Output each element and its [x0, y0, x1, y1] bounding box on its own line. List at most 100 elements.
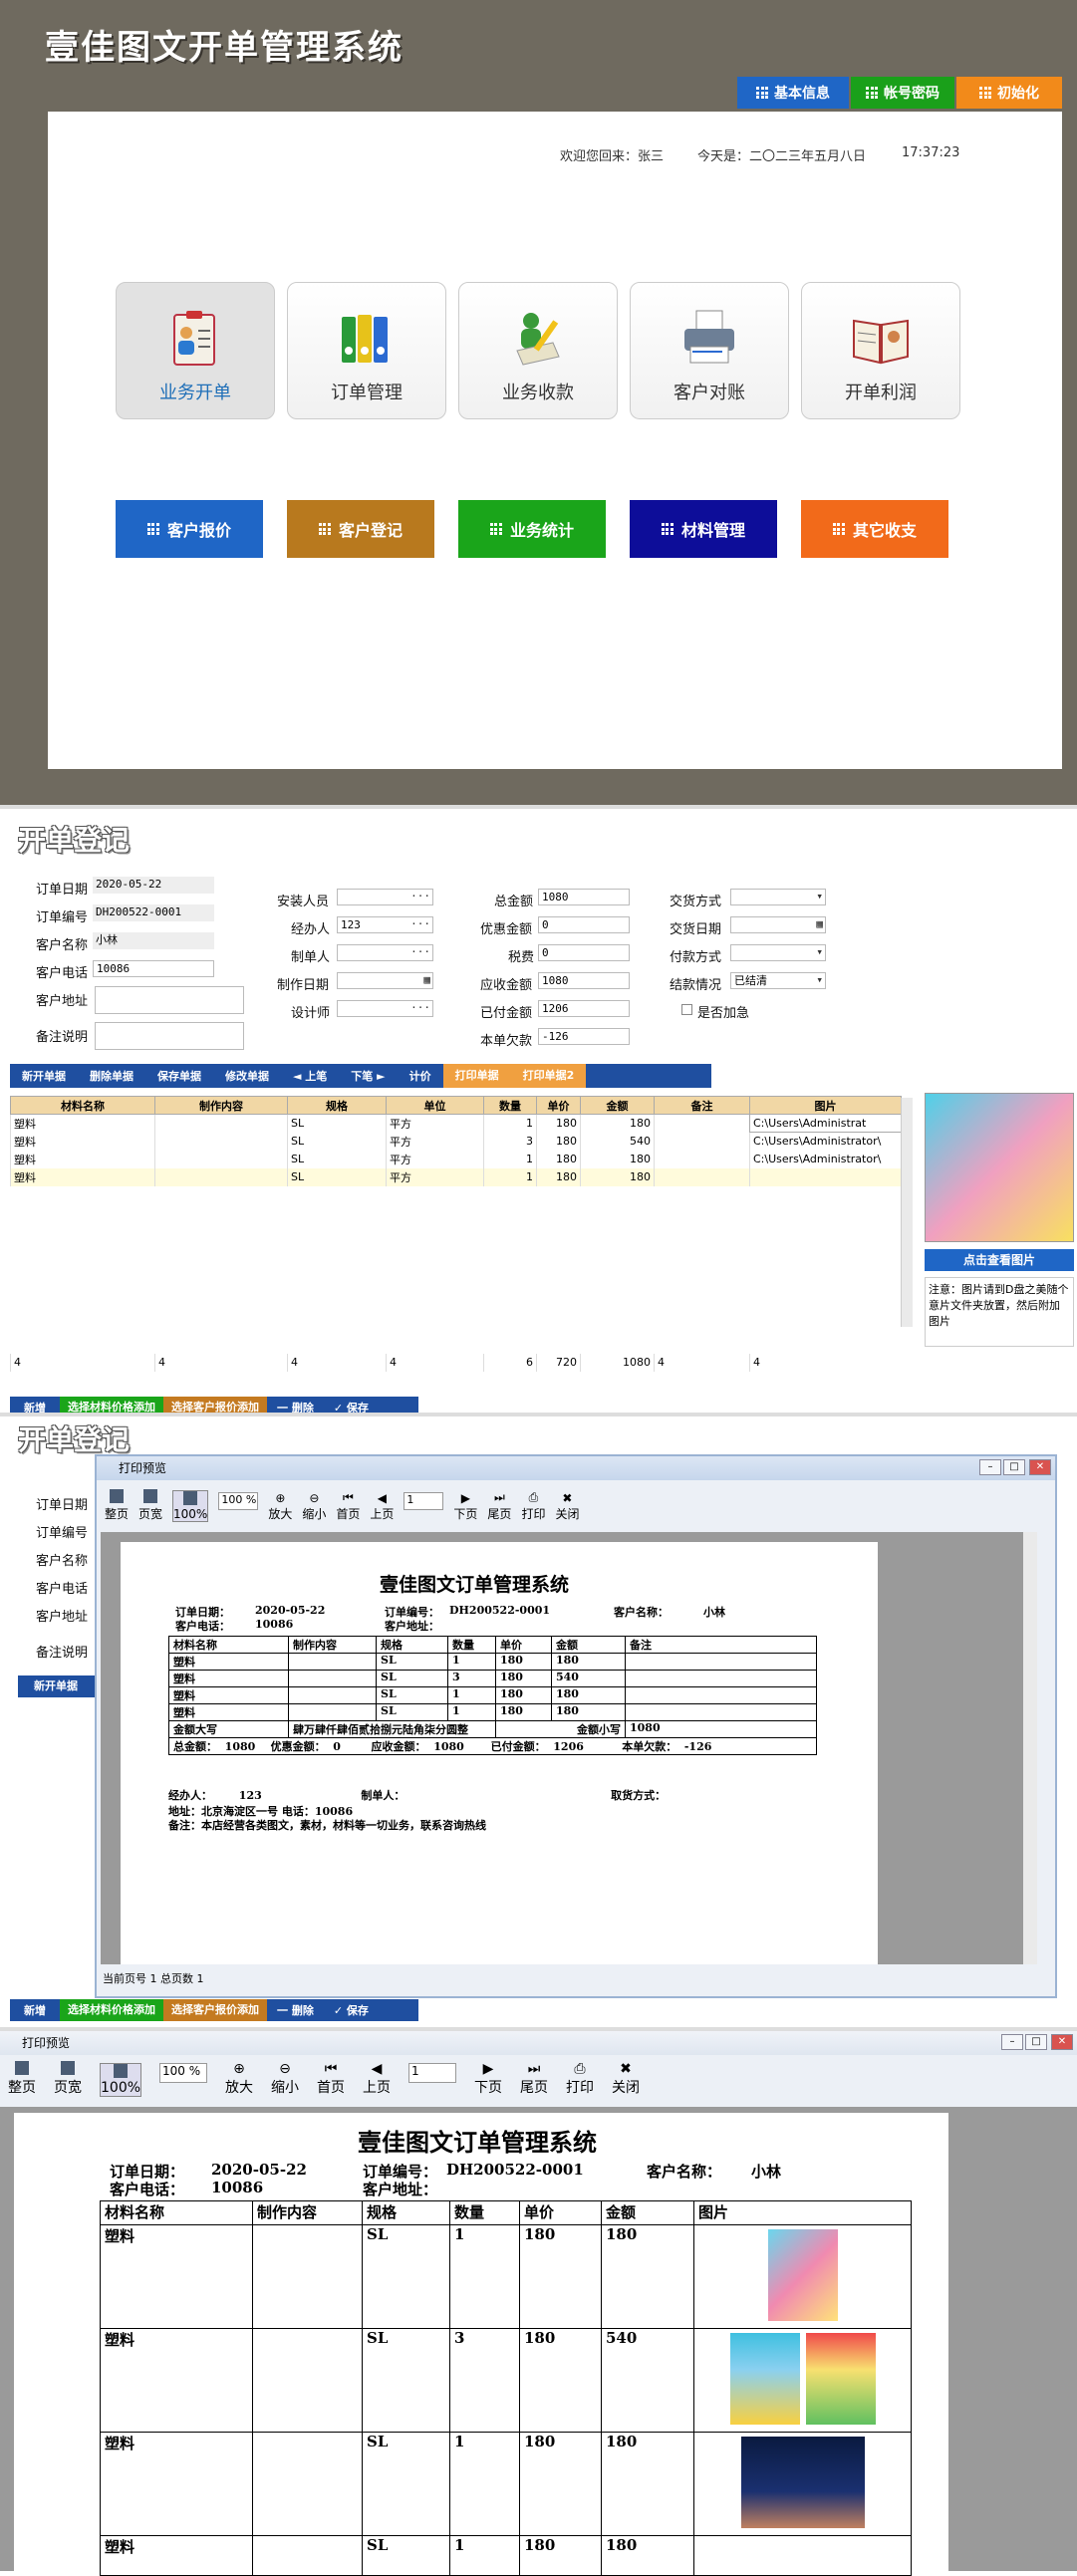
select-material-price-button[interactable]: 选择材料价格添加: [60, 1999, 163, 2021]
page-number-input[interactable]: 1: [404, 1492, 444, 1510]
cell[interactable]: 1: [483, 1114, 537, 1133]
ellipsis-icon[interactable]: ···: [410, 944, 430, 959]
pay-method-select[interactable]: ▾: [730, 944, 826, 961]
cell[interactable]: SL: [287, 1132, 387, 1151]
col-header[interactable]: 制作内容: [154, 1096, 288, 1115]
make-date-field[interactable]: ▦: [337, 972, 433, 989]
select-customer-quote-button[interactable]: 选择客户报价添加: [163, 1999, 267, 2021]
cell[interactable]: SL: [287, 1150, 387, 1168]
cell[interactable]: 塑料: [10, 1167, 155, 1186]
print-order2-button[interactable]: 打印单据2: [510, 1064, 587, 1088]
minimize-icon[interactable]: –: [1001, 2034, 1023, 2050]
cell[interactable]: 180: [580, 1114, 655, 1133]
order-date-field[interactable]: 2020-05-22: [93, 877, 214, 894]
customer-name-field[interactable]: 小林: [93, 932, 214, 949]
last-page-button[interactable]: ⏭ 尾页: [520, 2061, 548, 2097]
order-no-field[interactable]: DH200522-0001: [93, 904, 214, 921]
col-header[interactable]: 单位: [386, 1096, 484, 1115]
calendar-icon[interactable]: ▦: [423, 972, 430, 987]
zoom-out-button[interactable]: ⊖ 缩小: [271, 2061, 299, 2097]
module-payment[interactable]: 业务收款: [458, 282, 618, 419]
col-header[interactable]: 备注: [654, 1096, 750, 1115]
cell[interactable]: 塑料: [10, 1132, 155, 1151]
cell[interactable]: 平方: [386, 1167, 484, 1186]
cell[interactable]: C:\Users\Administrator\: [749, 1150, 902, 1168]
paid-field[interactable]: 1206: [538, 1000, 630, 1017]
customer-address-field[interactable]: [95, 986, 244, 1014]
dropdown-arrow-icon[interactable]: ▾: [816, 889, 823, 903]
owed-field[interactable]: -126: [538, 1028, 630, 1045]
cell[interactable]: [654, 1167, 750, 1186]
cell[interactable]: 180: [536, 1150, 581, 1168]
cell[interactable]: 180: [536, 1114, 581, 1133]
maximize-icon[interactable]: □: [1003, 1459, 1025, 1475]
print-order-button[interactable]: 打印单据: [442, 1064, 511, 1088]
last-page-button[interactable]: ⏭ 尾页: [487, 1490, 511, 1522]
table-row[interactable]: 塑料 SL 平方 1 180 180: [10, 1167, 902, 1186]
customer-phone-field[interactable]: 10086: [93, 960, 214, 977]
first-page-button[interactable]: ⏮ 首页: [317, 2061, 345, 2097]
cell[interactable]: C:\Users\Administrator\: [749, 1132, 902, 1151]
prev-record-button[interactable]: ◄ 上笔: [281, 1068, 339, 1084]
zoom-100-button[interactable]: 100%: [172, 1490, 209, 1522]
print-button[interactable]: ⎙ 打印: [566, 2061, 594, 2097]
cell[interactable]: 180: [536, 1167, 581, 1186]
new-order-button[interactable]: 新开单据: [10, 1068, 78, 1084]
cell[interactable]: [654, 1150, 750, 1168]
cell[interactable]: 180: [580, 1150, 655, 1168]
save-row-button[interactable]: ✓ 保存: [324, 2002, 379, 2018]
urgent-checkbox[interactable]: [681, 1004, 692, 1015]
customer-quote-button[interactable]: 客户报价: [116, 500, 263, 558]
cell[interactable]: 平方: [386, 1150, 484, 1168]
module-order-entry[interactable]: 业务开单: [116, 282, 275, 419]
handler-field[interactable]: 123 ···: [337, 916, 433, 933]
minimize-icon[interactable]: –: [979, 1459, 1001, 1475]
delete-order-button[interactable]: 删除单据: [78, 1068, 145, 1084]
col-header[interactable]: 材料名称: [10, 1096, 155, 1115]
module-reconciliation[interactable]: 客户对账: [630, 282, 789, 419]
cell[interactable]: 塑料: [10, 1150, 155, 1168]
next-page-button[interactable]: ▶ 下页: [453, 1491, 477, 1522]
cell[interactable]: 平方: [386, 1114, 484, 1133]
table-scrollbar[interactable]: [901, 1098, 913, 1327]
close-icon[interactable]: ✕: [1051, 2034, 1073, 2050]
cell[interactable]: C:\Users\Administrat: [749, 1114, 902, 1133]
full-page-button[interactable]: 整页: [8, 2061, 36, 2097]
next-page-button[interactable]: ▶ 下页: [474, 2061, 502, 2097]
col-header[interactable]: 规格: [287, 1096, 387, 1115]
cell[interactable]: 1: [483, 1150, 537, 1168]
cell[interactable]: 180: [536, 1132, 581, 1151]
next-record-button[interactable]: 下笔 ►: [339, 1068, 397, 1084]
settle-select[interactable]: 已结清 ▾: [730, 972, 826, 989]
cell[interactable]: 180: [580, 1167, 655, 1186]
cell[interactable]: [654, 1114, 750, 1133]
preview-scrollbar[interactable]: [1023, 1532, 1037, 1964]
dropdown-arrow-icon[interactable]: ▾: [816, 944, 823, 959]
zoom-out-button[interactable]: ⊖ 缩小: [302, 1491, 326, 1522]
zoom-100-button[interactable]: 100%: [100, 2063, 142, 2097]
tax-field[interactable]: 0: [538, 944, 630, 961]
remark-field[interactable]: [95, 1022, 244, 1050]
cell[interactable]: 3: [483, 1132, 537, 1151]
prev-page-button[interactable]: ◀ 上页: [370, 1491, 394, 1522]
col-header[interactable]: 图片: [749, 1096, 902, 1115]
cell[interactable]: [154, 1167, 288, 1186]
edit-order-button[interactable]: 修改单据: [213, 1068, 281, 1084]
discount-field[interactable]: 0: [538, 916, 630, 933]
material-management-button[interactable]: 材料管理: [630, 500, 777, 558]
total-field[interactable]: 1080: [538, 889, 630, 905]
module-order-profit[interactable]: 开单利润: [801, 282, 960, 419]
new-order-button[interactable]: 新开单据: [18, 1675, 98, 1697]
table-row[interactable]: 塑料 SL 平方 1 180 180 C:\Users\Administrat: [10, 1114, 902, 1133]
account-password-button[interactable]: 帐号密码: [851, 77, 954, 109]
maker-field[interactable]: ···: [337, 944, 433, 961]
basic-info-button[interactable]: 基本信息: [737, 77, 849, 109]
add-row-button[interactable]: 新增: [10, 2002, 60, 2018]
price-button[interactable]: 计价: [398, 1068, 443, 1084]
page-number-input[interactable]: 1: [408, 2063, 457, 2083]
receivable-field[interactable]: 1080: [538, 972, 630, 989]
save-order-button[interactable]: 保存单据: [145, 1068, 213, 1084]
view-image-button[interactable]: 点击查看图片: [925, 1249, 1074, 1271]
zoom-in-button[interactable]: ⊕ 放大: [268, 1491, 292, 1522]
module-order-management[interactable]: 订单管理: [287, 282, 446, 419]
